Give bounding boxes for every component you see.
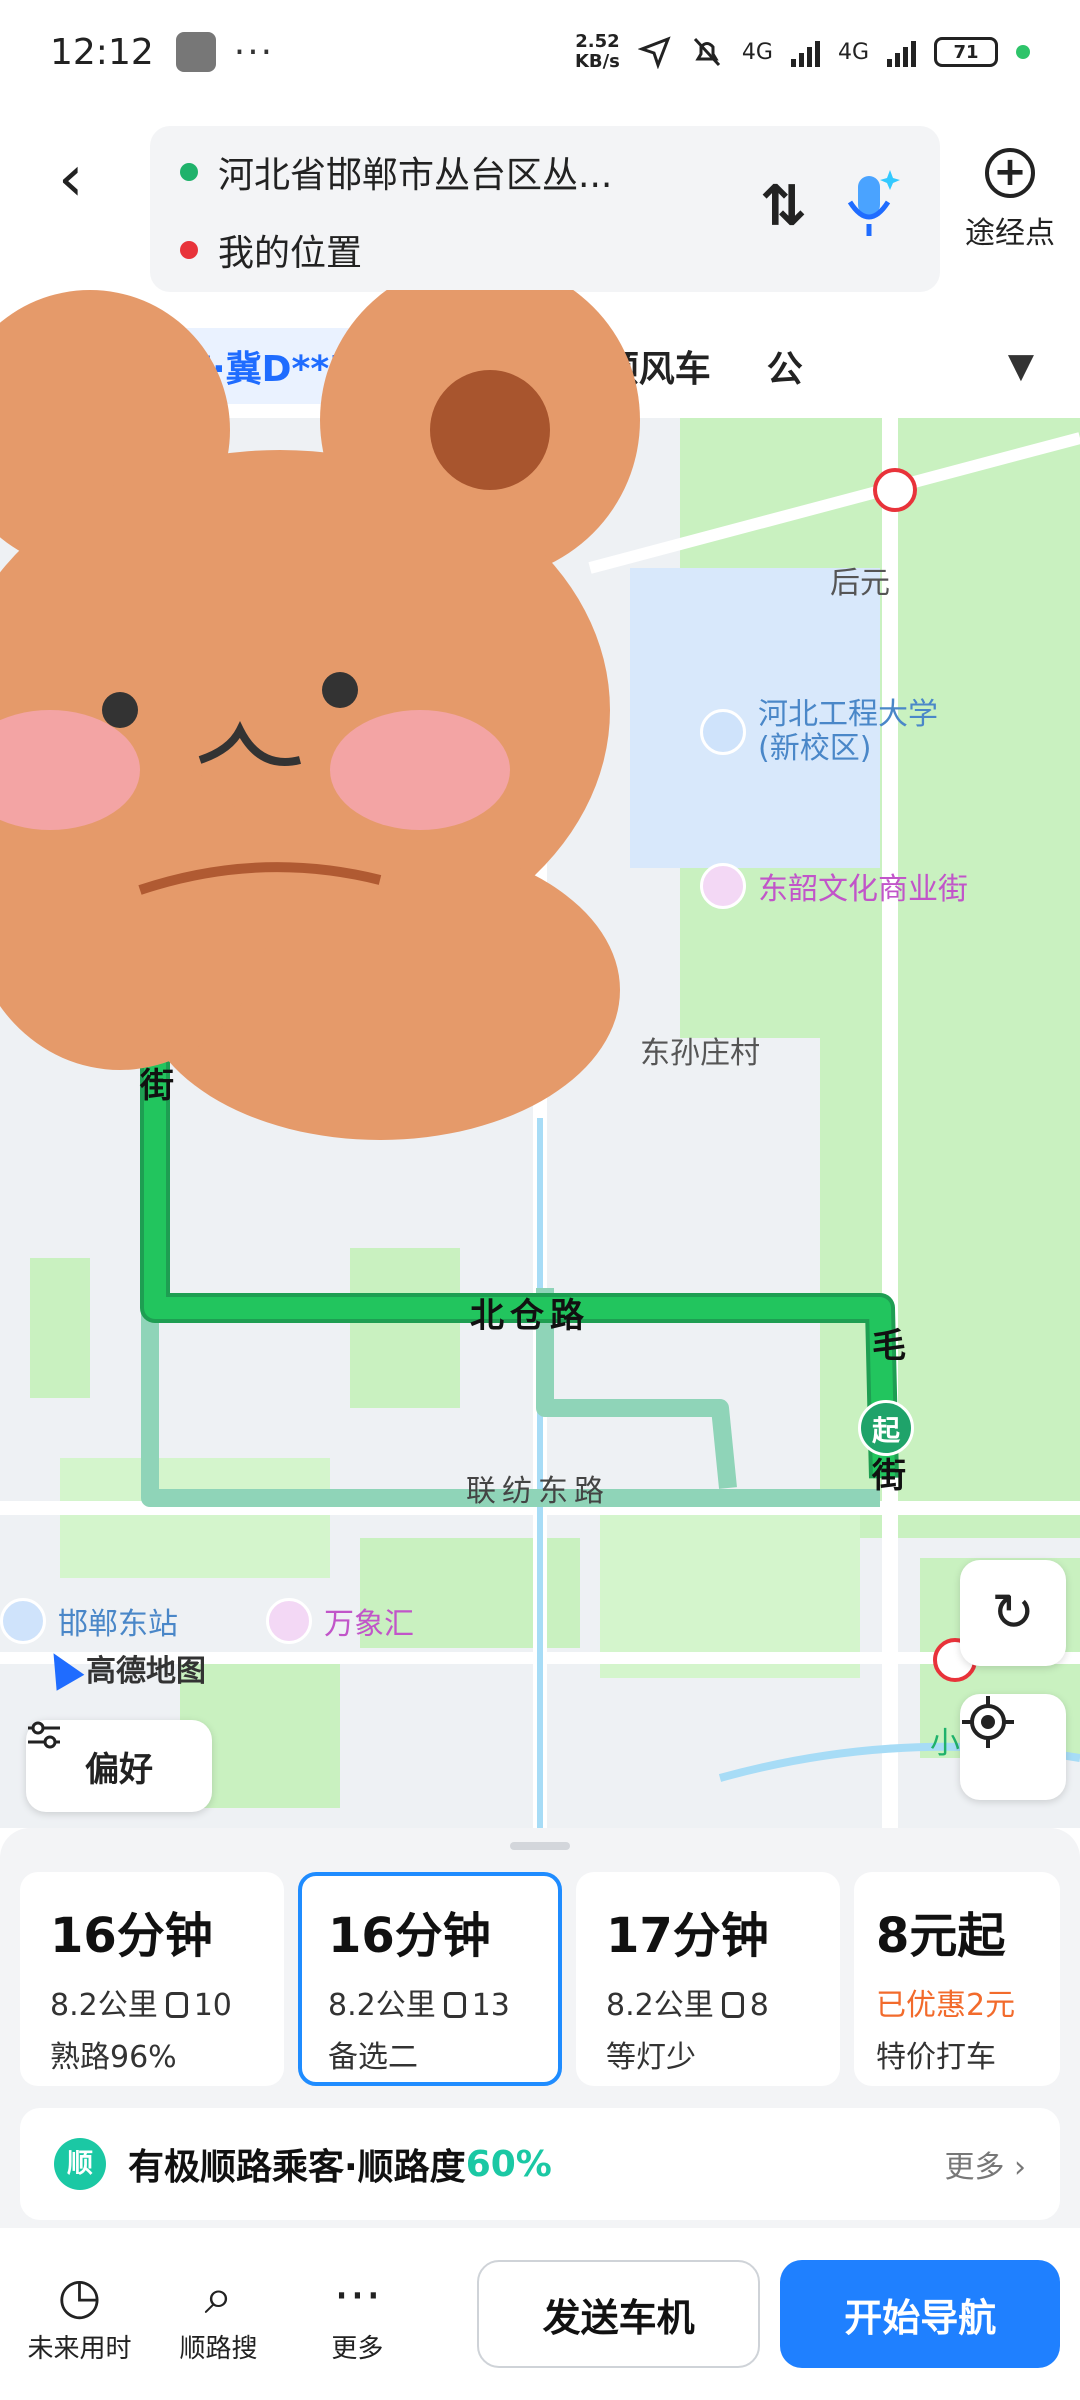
send-to-car-button[interactable]: 发送车机 [476,2260,761,2368]
more-dots-icon: ··· [333,2266,382,2325]
amap-logo: 高德地图 [39,1645,206,1691]
origin-text: 河北省邯郸市丛台区丛... [218,155,613,196]
traffic-light-icon [721,1992,744,2018]
tab-transit[interactable]: 公 [767,340,803,392]
destination-dot-icon [180,241,198,259]
destination-field[interactable]: 我的位置 [180,224,362,276]
status-bar: 12:12 ··· 2.52 KB/s 4G 4G 71 [0,0,1080,104]
route-option-2[interactable]: 16分钟 8.2公里 13 备选二 [298,1872,562,2086]
search-icon: ⌕ [204,2266,233,2325]
wrench-icon [175,32,216,72]
amap-logo-icon [39,1645,85,1691]
map-label-hou: 后元 [830,566,890,601]
start-marker[interactable]: 起 [858,1400,914,1456]
location-arrow-icon [637,36,671,69]
sheet-handle[interactable] [510,1842,570,1850]
poi-handan-east[interactable]: 邯郸东站 [0,1598,178,1644]
carpool-more-link[interactable]: 更多 › [944,2142,1026,2186]
bear-sticker [0,290,640,1140]
preference-button[interactable]: 偏好 [26,1720,212,1812]
plus-icon: + [985,148,1035,198]
network-speed: 2.52 KB/s [574,31,620,72]
origin-dot-icon [180,163,198,181]
status-time: 12:12 [50,31,154,73]
status-dot [1016,45,1030,59]
signal-icon [790,37,820,67]
refresh-button[interactable]: ↻ [960,1560,1066,1666]
future-time-button[interactable]: ◷ 未来用时 [20,2264,139,2365]
shopping-pin-icon [700,863,746,909]
carpool-banner[interactable]: 顺 有极顺路乘客·顺路度 60% 更多 › [20,2108,1060,2220]
refresh-icon: ↻ [991,1583,1035,1643]
more-notifications-icon: ··· [233,31,275,73]
route-input-box: 河北省邯郸市丛台区丛... 我的位置 ⇅ [150,126,940,292]
route-option-3[interactable]: 17分钟 8.2公里 8 等灯少 [576,1872,840,2086]
route-sheet: 16分钟 8.2公里 10 熟路96% 16分钟 8.2公里 13 备选二 17分钟… [0,1828,1080,2400]
route-header: ‹ 河北省邯郸市丛台区丛... 我的位置 ⇅ + 途经点 [0,104,1080,314]
route-options: 16分钟 8.2公里 10 熟路96% 16分钟 8.2公里 13 备选二 17分钟… [20,1872,1060,2086]
bottom-action-bar: ◷ 未来用时 ⌕ 顺路搜 ··· 更多 发送车机 开始导航 [0,2228,1080,2400]
shopping-pin-icon [266,1598,312,1644]
swap-icon[interactable]: ⇅ [760,174,807,239]
station-pin-icon [0,1598,46,1644]
road-label-beicang: 北仓路 [470,1296,590,1336]
battery-icon: 71 [934,37,998,67]
poi-wanxianghui[interactable]: 万象汇 [266,1598,414,1644]
locate-button[interactable] [960,1694,1066,1800]
along-search-button[interactable]: ⌕ 顺路搜 [159,2264,278,2365]
road-label-lianfang: 联纺东路 [466,1474,610,1509]
start-navigation-button[interactable]: 开始导航 [780,2260,1061,2368]
network-type-1: 4G [741,39,773,65]
voice-mic-icon[interactable] [840,166,900,246]
destination-text: 我的位置 [218,233,363,274]
waypoint-label: 途经点 [965,216,1055,251]
clock-icon: ◷ [57,2266,102,2325]
poi-dongshao[interactable]: 东韶文化商业街 [700,863,968,909]
back-icon[interactable]: ‹ [58,144,108,214]
more-button[interactable]: ··· 更多 [298,2264,417,2365]
traffic-light-icon [165,1992,188,2018]
signal-icon [887,37,916,67]
traffic-light-icon [443,1992,466,2018]
network-type-2: 4G [837,39,869,65]
poi-hebei-university[interactable]: 河北工程大学(新校区) [700,698,1000,766]
crosshair-icon [962,1696,1014,1748]
tabs-expand-icon[interactable]: ▼ [1008,346,1034,386]
carpool-badge-icon: 顺 [54,2138,106,2190]
taxi-option[interactable]: 8元起 已优惠2元 特价打车 [854,1872,1060,2086]
add-waypoint-button[interactable]: + 途经点 [960,148,1060,252]
map-label-xiao: 小 [930,1726,960,1761]
origin-field[interactable]: 河北省邯郸市丛台区丛... [180,146,612,198]
road-label-mao: 毛 [872,1326,912,1366]
sliders-icon [28,1721,60,1749]
school-pin-icon [700,709,746,755]
mute-bell-icon [693,37,721,67]
route-option-1[interactable]: 16分钟 8.2公里 10 熟路96% [20,1872,284,2086]
